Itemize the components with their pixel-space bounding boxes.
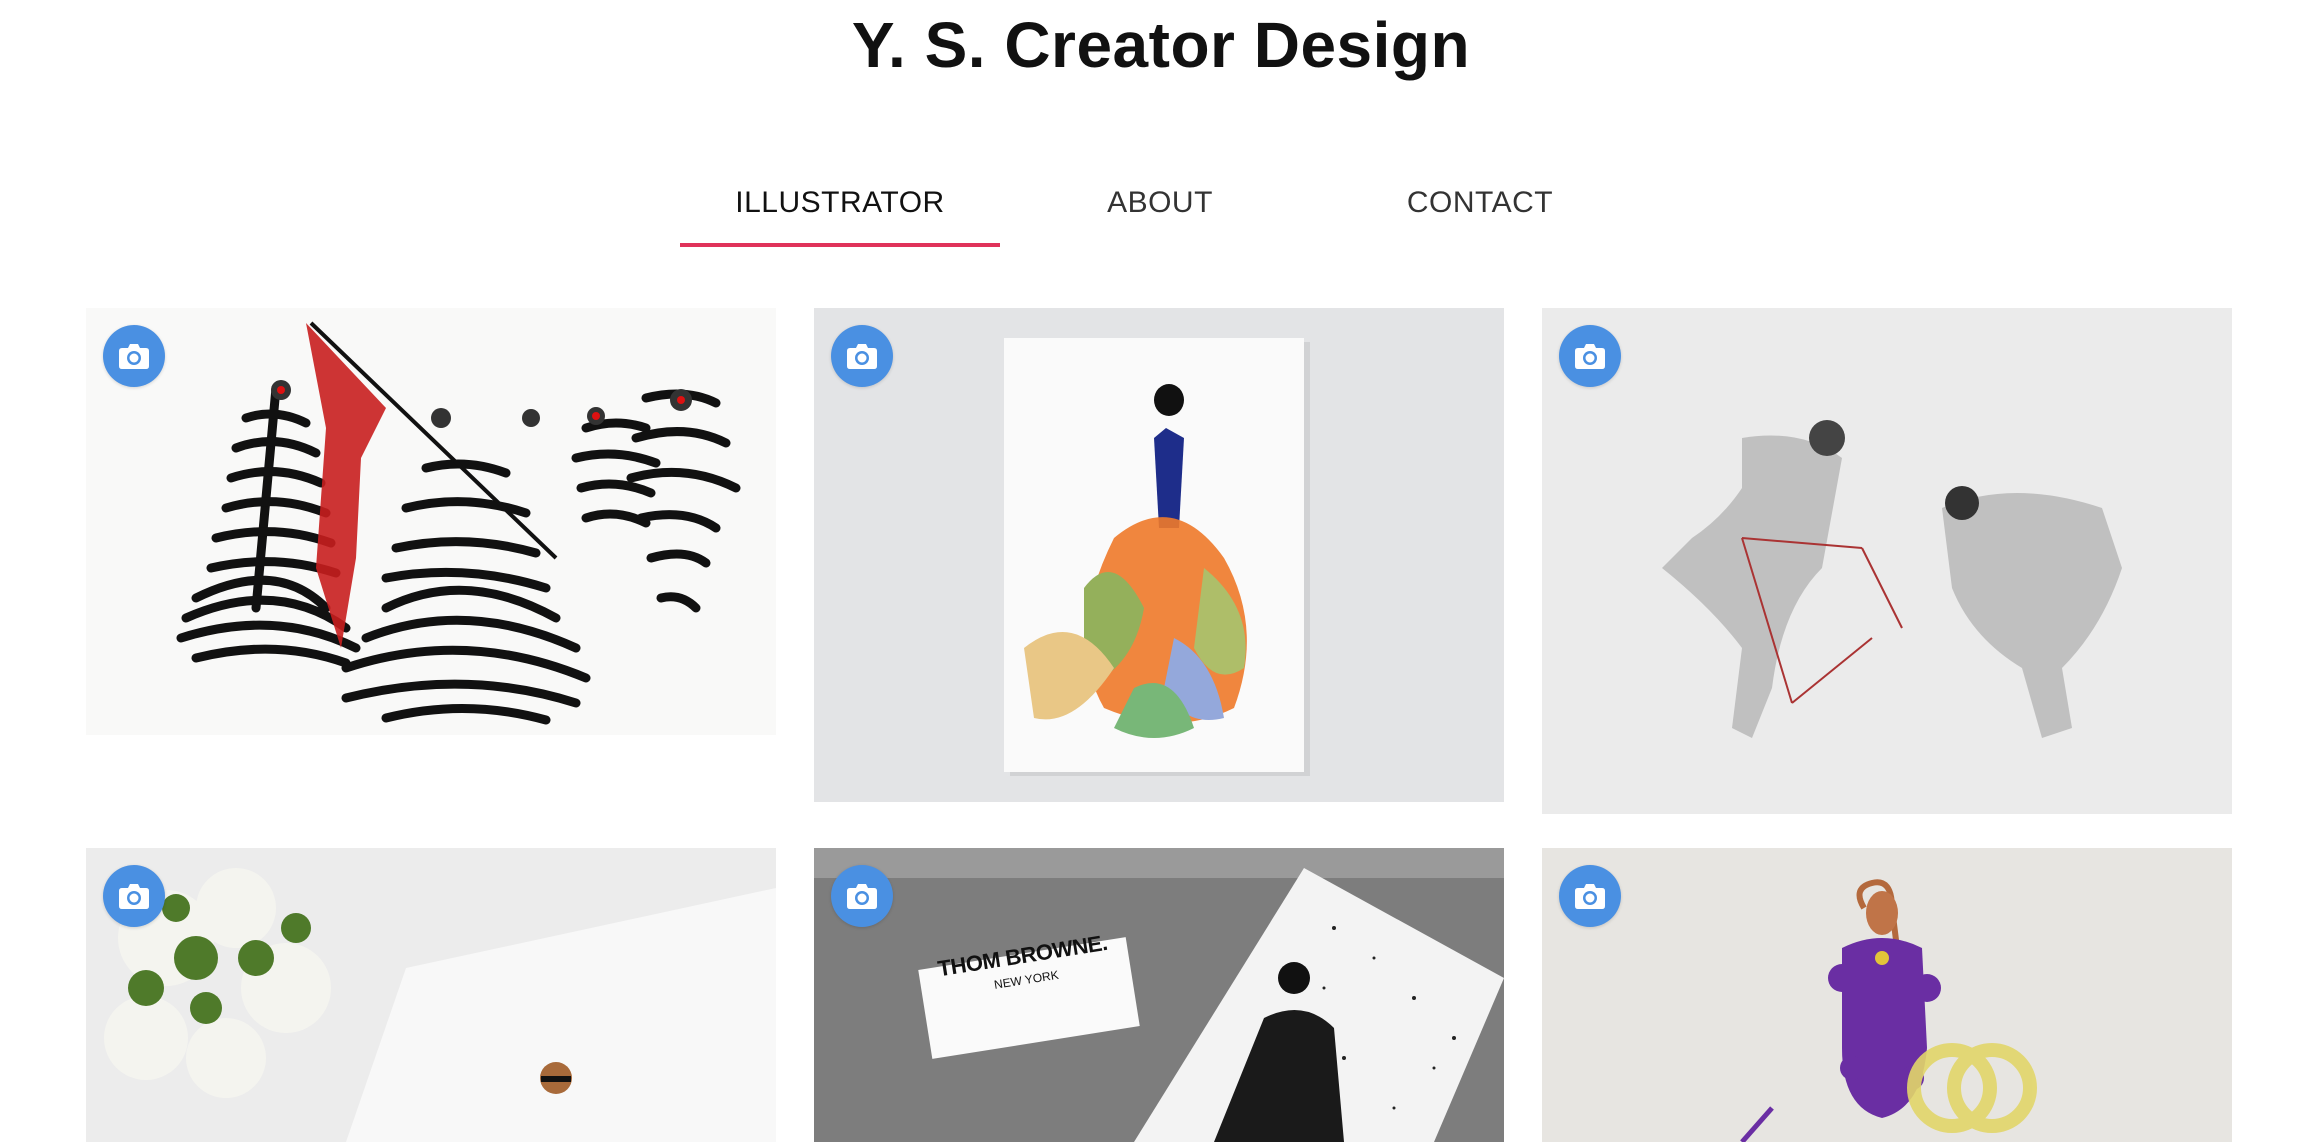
gallery-tile-1[interactable] xyxy=(86,308,776,735)
thom-browne-illustration xyxy=(814,848,1504,1142)
camera-badge[interactable] xyxy=(1559,865,1621,927)
fencers-illustration xyxy=(1542,308,2232,814)
camera-badge[interactable] xyxy=(1559,325,1621,387)
gallery-tile-3[interactable] xyxy=(1542,308,2232,814)
camera-badge[interactable] xyxy=(831,325,893,387)
flowers-card-illustration xyxy=(86,848,776,1142)
tab-illustrator[interactable]: ILLUSTRATOR xyxy=(680,175,1000,247)
colorful-gown-illustration xyxy=(814,308,1504,802)
dress-group-illustration xyxy=(86,308,776,735)
camera-icon xyxy=(1575,884,1605,909)
tab-about[interactable]: ABOUT xyxy=(1000,175,1320,247)
camera-icon xyxy=(119,884,149,909)
camera-badge[interactable] xyxy=(831,865,893,927)
gallery-tile-5[interactable]: THOM BROWNE. NEW YORK xyxy=(814,848,1504,1142)
tab-contact[interactable]: CONTACT xyxy=(1320,175,1640,247)
site-title: Y. S. Creator Design xyxy=(851,9,1471,81)
camera-icon xyxy=(1575,344,1605,369)
camera-badge[interactable] xyxy=(103,325,165,387)
camera-icon xyxy=(847,344,877,369)
gallery-tile-2[interactable] xyxy=(814,308,1504,802)
gallery-tile-6[interactable] xyxy=(1542,848,2232,1142)
camera-icon xyxy=(847,884,877,909)
main-nav: ILLUSTRATOR ABOUT CONTACT xyxy=(680,175,1640,255)
camera-icon xyxy=(119,344,149,369)
purple-coat-illustration xyxy=(1542,848,2232,1142)
camera-badge[interactable] xyxy=(103,865,165,927)
gallery-tile-4[interactable] xyxy=(86,848,776,1142)
